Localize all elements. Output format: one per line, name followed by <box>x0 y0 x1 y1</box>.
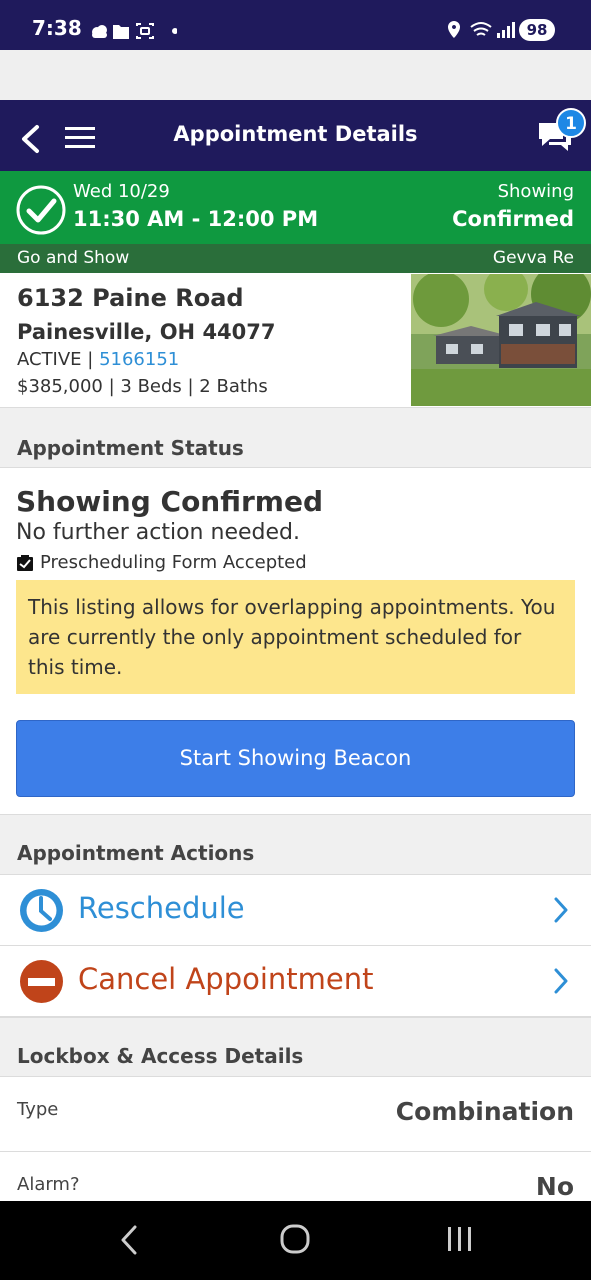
listing-status: ACTIVE <box>17 349 82 370</box>
overlap-notice: This listing allows for overlapping appo… <box>16 580 575 694</box>
nav-back-icon[interactable] <box>118 1223 140 1257</box>
lockbox-section: Lockbox & Access Details <box>0 1017 591 1077</box>
section-title: Appointment Status <box>17 436 244 460</box>
screenshot-icon <box>136 23 154 39</box>
section-title: Lockbox & Access Details <box>17 1044 304 1068</box>
form-note: Prescheduling Form Accepted <box>40 552 307 573</box>
page-title: Appointment Details <box>173 122 418 146</box>
property-status-line: ACTIVE | 5166151 <box>17 349 179 370</box>
alarm-label: Alarm? <box>17 1174 80 1195</box>
cancel-label: Cancel Appointment <box>78 962 374 996</box>
type-value: Combination <box>395 1097 574 1126</box>
status-icons-left <box>92 23 177 39</box>
wifi-icon <box>470 22 492 36</box>
location-icon <box>448 21 460 38</box>
appointment-banner: Wed 10/29 11:30 AM - 12:00 PM Showing Co… <box>0 171 591 244</box>
property-details: $385,000 | 3 Beds | 2 Baths <box>17 376 268 397</box>
chevron-right-icon <box>554 968 568 994</box>
property-city: Painesville, OH 44077 <box>17 320 276 344</box>
no-entry-icon <box>20 960 63 1003</box>
lockbox-type-row: Type Combination <box>0 1077 591 1152</box>
weather-icon <box>92 25 107 38</box>
check-circle-icon <box>16 185 66 235</box>
property-photo[interactable] <box>411 274 591 406</box>
status-time: 7:38 <box>32 16 82 40</box>
alarm-row: Alarm? No <box>0 1152 591 1201</box>
signal-icon <box>497 22 515 38</box>
nav-home-icon[interactable] <box>279 1223 311 1255</box>
app-header: Appointment Details <box>0 100 591 171</box>
clock-icon <box>20 889 63 932</box>
top-spacer <box>0 50 591 100</box>
mls-link[interactable]: 5166151 <box>99 349 179 370</box>
type-label: Type <box>17 1099 59 1120</box>
cancel-appointment-row[interactable]: Cancel Appointment <box>0 946 591 1017</box>
status-bar: 7:38 98 <box>0 0 591 50</box>
appointment-time: 11:30 AM - 12:00 PM <box>73 207 319 231</box>
chevron-right-icon <box>554 897 568 923</box>
status-heading: Showing Confirmed <box>16 485 324 518</box>
battery-indicator: 98 <box>519 19 555 41</box>
reschedule-row[interactable]: Reschedule <box>0 875 591 946</box>
system-nav-bar <box>0 1201 591 1280</box>
property-address: 6132 Paine Road <box>17 284 244 312</box>
status-subtext: No further action needed. <box>16 520 300 545</box>
appointment-date: Wed 10/29 <box>73 181 170 202</box>
separator: | <box>81 349 100 370</box>
appointment-status-section: Appointment Status <box>0 407 591 468</box>
clipboard-check-icon <box>17 555 33 571</box>
status-icons-right <box>448 21 515 38</box>
appointment-actions-section: Appointment Actions <box>0 814 591 875</box>
nav-recents-icon[interactable] <box>445 1225 475 1253</box>
agent-name: Gevva Re <box>492 248 574 268</box>
messages-badge: 1 <box>556 108 586 138</box>
status-line-2: Confirmed <box>452 207 574 231</box>
alarm-value: No <box>535 1172 574 1201</box>
folder-icon <box>113 25 129 39</box>
appointment-type: Go and Show <box>17 248 130 268</box>
section-title: Appointment Actions <box>17 841 255 865</box>
status-line-1: Showing <box>497 181 574 202</box>
reschedule-label: Reschedule <box>78 891 245 925</box>
start-showing-beacon-button[interactable]: Start Showing Beacon <box>16 720 575 797</box>
appointment-subbanner: Go and Show Gevva Re <box>0 244 591 273</box>
